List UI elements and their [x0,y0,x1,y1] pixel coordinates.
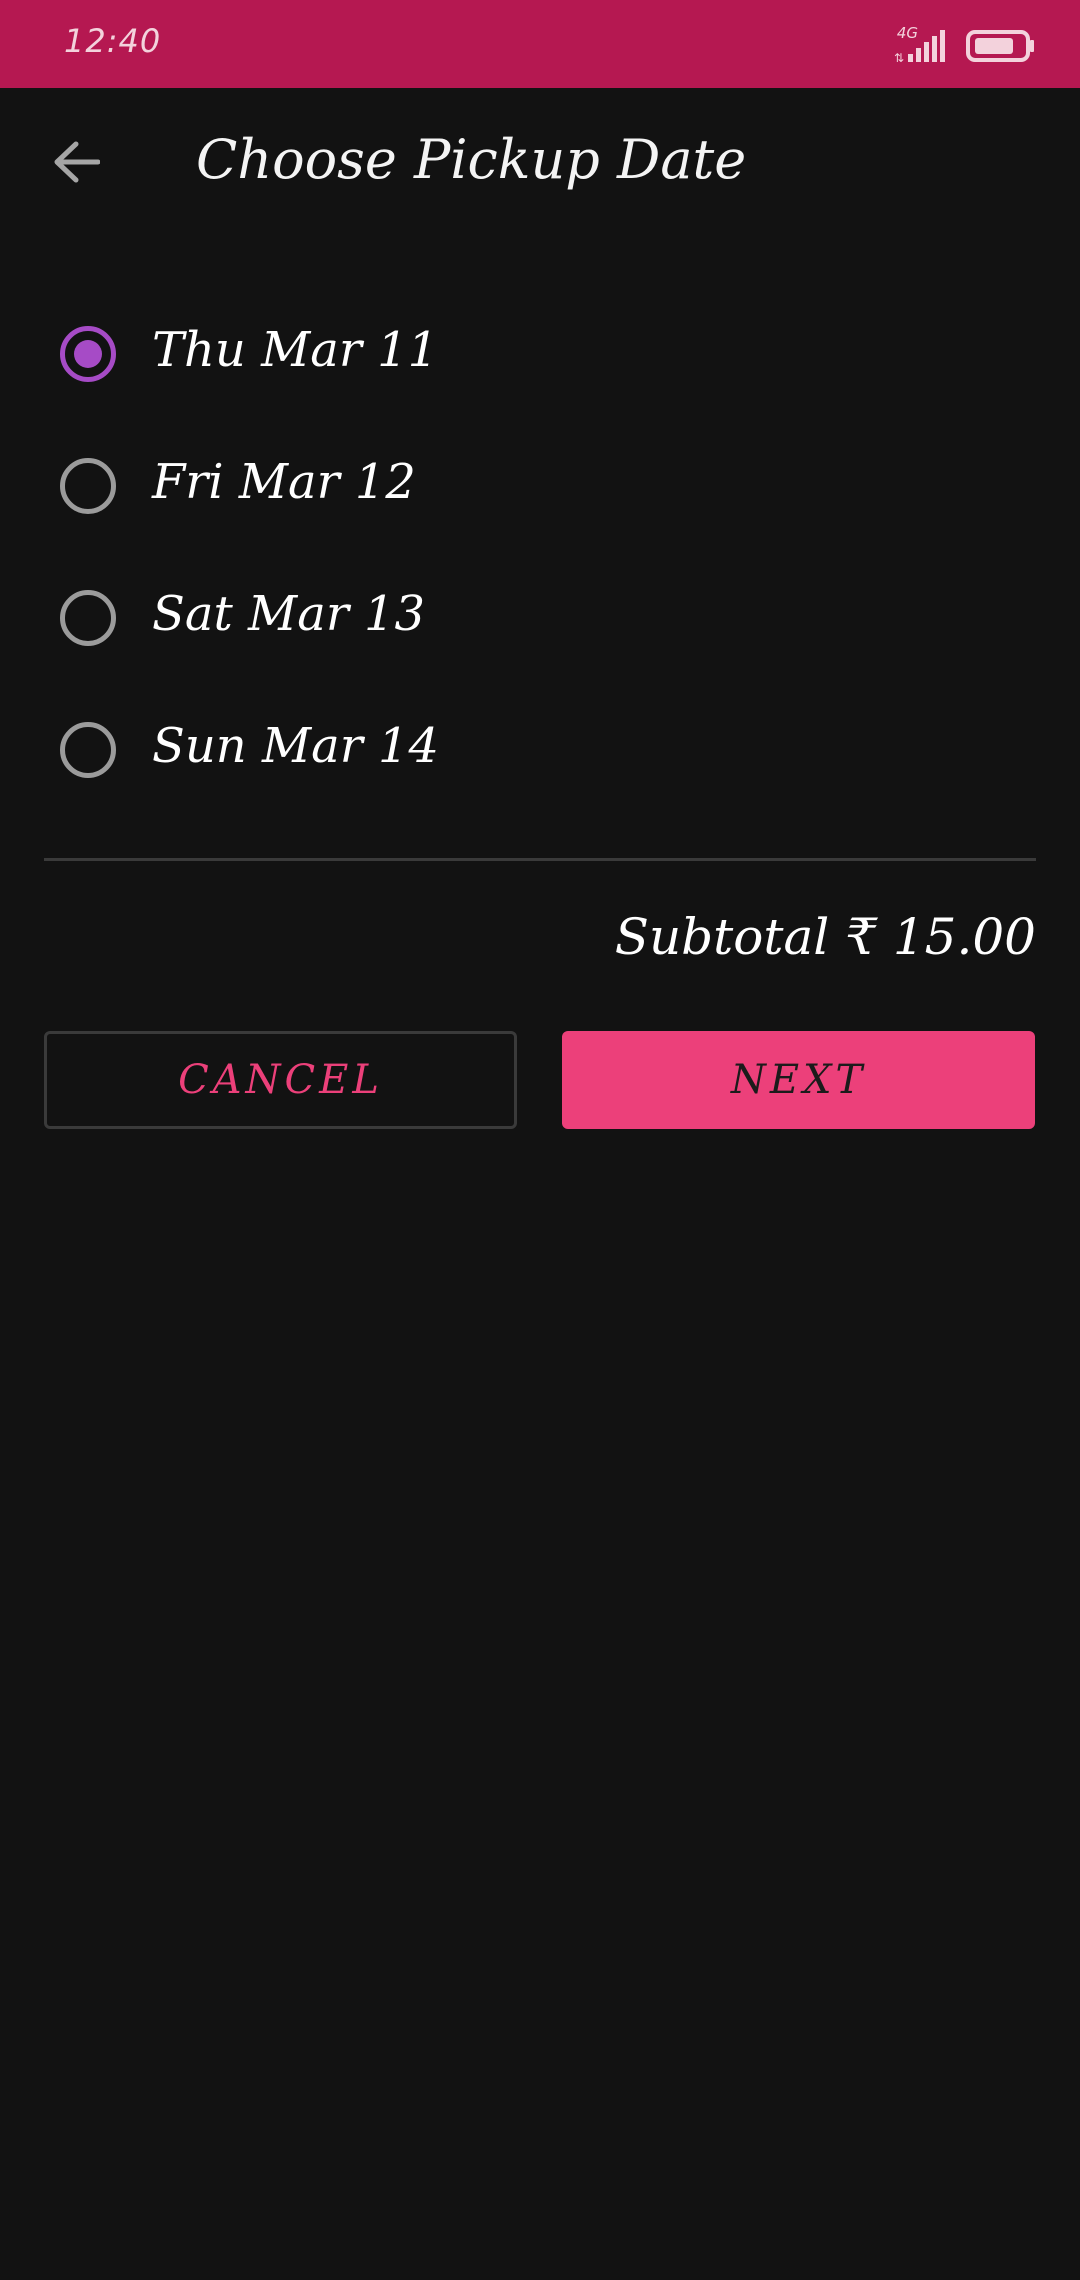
date-option-sun-mar-14[interactable]: Sun Mar 14 [0,684,1080,816]
back-button[interactable] [38,124,114,200]
date-option-fri-mar-12[interactable]: Fri Mar 12 [0,420,1080,552]
subtotal-text: Subtotal ₹ 15.00 [614,908,1036,966]
radio-button[interactable] [60,458,116,514]
date-option-thu-mar-11[interactable]: Thu Mar 11 [0,288,1080,420]
divider [44,858,1036,861]
date-option-label: Fri Mar 12 [152,454,416,510]
network-type-label: 4G [896,24,918,42]
svg-text:⇅: ⇅ [894,51,904,64]
date-option-label: Sun Mar 14 [152,718,440,774]
radio-button-selected[interactable] [60,326,116,382]
page-title: Choose Pickup Date [196,128,747,191]
pickup-date-radio-group: Thu Mar 11 Fri Mar 12 Sat Mar 13 Sun Mar… [0,288,1080,816]
status-time: 12:40 [64,22,162,60]
radio-button[interactable] [60,722,116,778]
cancel-button[interactable]: CANCEL [44,1031,517,1129]
status-bar: 12:40 4G ⇅ [0,0,1080,88]
date-option-sat-mar-13[interactable]: Sat Mar 13 [0,552,1080,684]
date-option-label: Thu Mar 11 [152,322,439,378]
date-option-label: Sat Mar 13 [152,586,426,642]
next-button[interactable]: NEXT [562,1031,1035,1129]
radio-button[interactable] [60,590,116,646]
status-icons: 4G ⇅ [894,24,1036,66]
arrow-left-icon [54,141,100,183]
battery-icon [966,30,1034,62]
app-bar: Choose Pickup Date [0,88,1080,248]
